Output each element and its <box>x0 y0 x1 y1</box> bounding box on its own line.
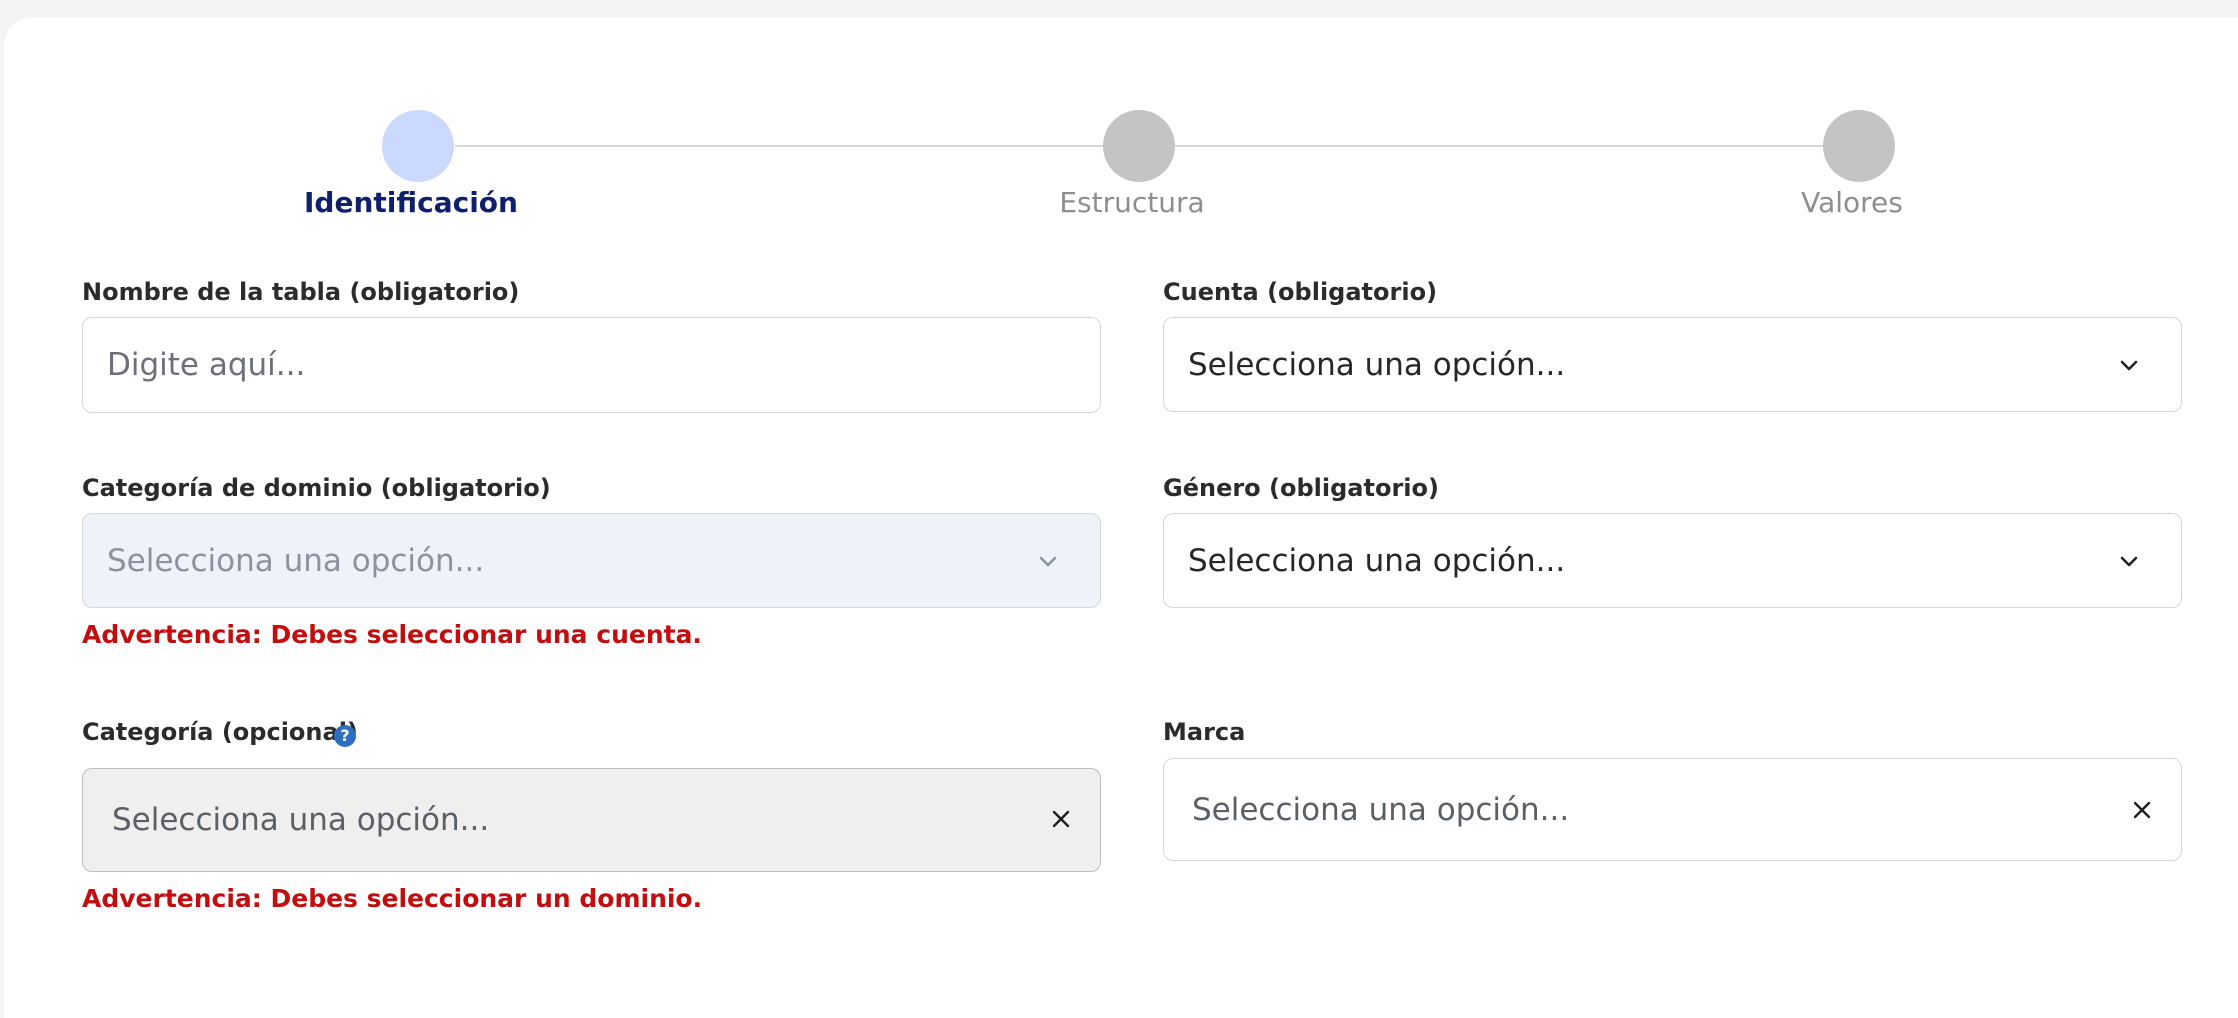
step-3-label: Valores <box>1801 186 1903 219</box>
step-1-label: Identificación <box>304 186 518 219</box>
category-warning: Advertencia: Debes seleccionar un domini… <box>82 884 703 913</box>
table-name-input[interactable]: Digite aquí... <box>82 317 1101 413</box>
gender-select[interactable]: Selecciona una opción... <box>1163 513 2182 608</box>
chevron-down-icon[interactable] <box>2119 356 2139 376</box>
question-circle-icon[interactable]: ? <box>334 725 356 747</box>
table-name-label: Nombre de la tabla (obligatorio) <box>82 278 520 306</box>
gender-select-value: Selecciona una opción... <box>1188 542 1566 579</box>
domain-category-select-value: Selecciona una opción... <box>107 542 485 579</box>
close-icon[interactable] <box>1050 808 1072 830</box>
domain-category-select[interactable]: Selecciona una opción... <box>82 513 1101 608</box>
stepper-connector <box>455 145 1105 147</box>
account-select-value: Selecciona una opción... <box>1188 346 1566 383</box>
chevron-down-icon[interactable] <box>1038 552 1058 572</box>
domain-category-warning: Advertencia: Debes seleccionar una cuent… <box>82 620 702 649</box>
domain-category-label: Categoría de dominio (obligatorio) <box>82 474 551 502</box>
step-1-circle[interactable] <box>382 110 454 182</box>
step-3-circle[interactable] <box>1823 110 1895 182</box>
brand-select[interactable]: Selecciona una opción... <box>1163 758 2182 861</box>
category-select-value: Selecciona una opción... <box>112 802 490 838</box>
category-label: Categoría (opcional) <box>82 718 358 746</box>
account-label: Cuenta (obligatorio) <box>1163 278 1438 306</box>
category-select[interactable]: Selecciona una opción... <box>82 768 1101 872</box>
brand-select-value: Selecciona una opción... <box>1192 791 1570 828</box>
close-icon[interactable] <box>2131 799 2153 821</box>
brand-label: Marca <box>1163 718 1246 746</box>
table-name-placeholder: Digite aquí... <box>107 347 306 383</box>
chevron-down-icon[interactable] <box>2119 552 2139 572</box>
step-2-circle[interactable] <box>1103 110 1175 182</box>
account-select[interactable]: Selecciona una opción... <box>1163 317 2182 412</box>
stepper-connector <box>1175 145 1825 147</box>
step-2-label: Estructura <box>1059 186 1205 219</box>
gender-label: Género (obligatorio) <box>1163 474 1439 502</box>
